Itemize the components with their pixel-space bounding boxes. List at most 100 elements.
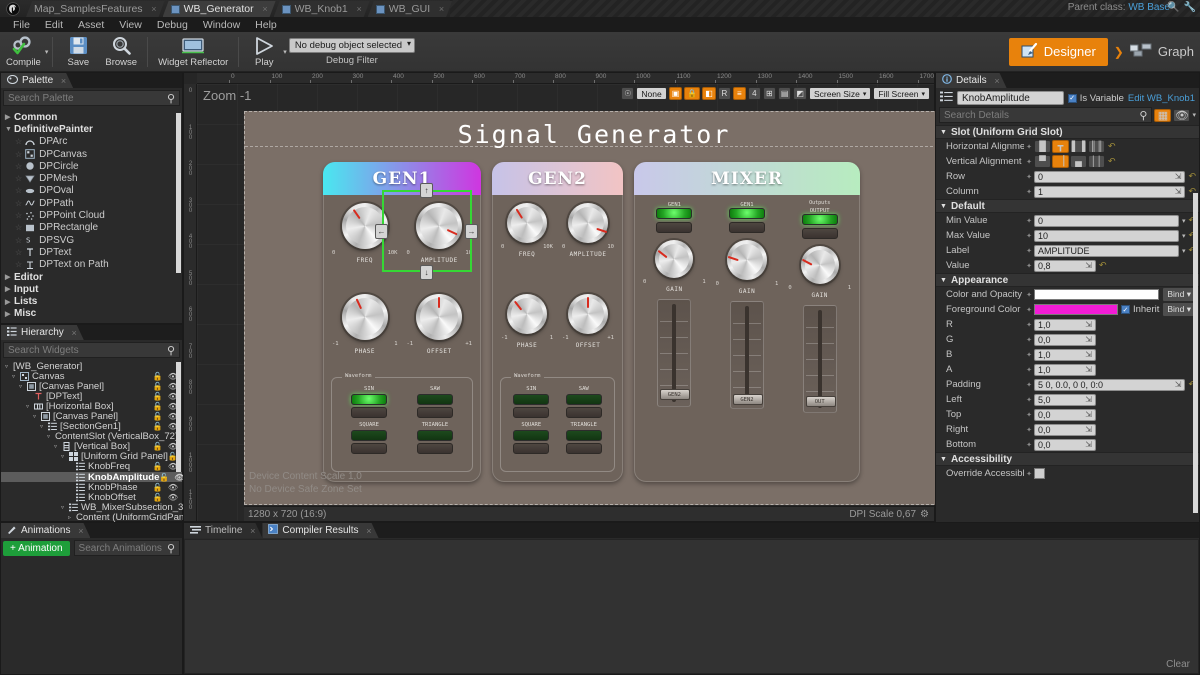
channel-button[interactable] <box>656 222 693 233</box>
details-scrollbar[interactable] <box>1193 193 1198 513</box>
tab-palette[interactable]: Palette × <box>1 73 73 88</box>
spinner-icon[interactable]: ⇲ <box>1085 410 1092 419</box>
details-section-header[interactable]: ▼ Default <box>936 199 1199 213</box>
tab-compiler-results[interactable]: Compiler Results × <box>262 523 378 538</box>
hierarchy-row[interactable]: KnobFreq 🔓 👁 <box>1 461 182 472</box>
property-input[interactable]: 5 0, 0.0, 0 0, 0:0 ⇲ <box>1034 378 1186 391</box>
palette-item-dpsvg[interactable]: ☆ S DPSVG <box>1 234 182 246</box>
star-icon[interactable]: ☆ <box>15 223 22 232</box>
hierarchy-scrollbar[interactable] <box>176 362 181 472</box>
waveform-button[interactable] <box>565 443 602 454</box>
chevron-down-icon[interactable]: ▾ <box>1192 111 1196 119</box>
close-icon[interactable]: × <box>994 76 999 86</box>
star-icon[interactable]: ☆ <box>15 248 22 257</box>
module-gen2[interactable]: GEN2 0 10K FREQ 0 10 AMPLITUDE -1 1 PHAS… <box>492 162 623 482</box>
resolution-none-button[interactable]: None <box>636 87 667 100</box>
spinner-icon[interactable]: ⇲ <box>1085 395 1092 404</box>
alignment-option[interactable]: ▀ <box>1034 155 1051 168</box>
spinner-icon[interactable]: ⇲ <box>1085 320 1092 329</box>
palette-group-lists[interactable]: ▶ Lists <box>1 295 182 307</box>
widget-reflector-button[interactable]: Widget Reflector <box>152 32 234 72</box>
knob-offset[interactable]: -1 +1 OFFSET <box>404 291 476 379</box>
chevron-down-icon[interactable]: ▾ <box>1182 217 1186 225</box>
palette-group-definitivepainter[interactable]: ▼ DefinitivePainter <box>1 123 182 135</box>
expander-icon[interactable]: ▿ <box>54 443 62 450</box>
resize-handle-bottom[interactable]: ↓ <box>420 265 433 280</box>
animations-search-input[interactable]: Search Animations ⚲ <box>73 540 180 556</box>
knob-dial[interactable] <box>568 294 608 334</box>
spinner-icon[interactable]: ⇲ <box>1085 440 1092 449</box>
safezone-toggle[interactable]: ⊞ <box>762 87 776 100</box>
palette-item-dpoval[interactable]: ☆ DPOval <box>1 185 182 197</box>
bind-diamond-icon[interactable]: ✦ <box>1024 262 1034 270</box>
menu-view[interactable]: View <box>112 18 149 32</box>
waveform-button[interactable] <box>565 407 602 418</box>
palette-scrollbar[interactable] <box>176 113 181 273</box>
spinner-icon[interactable]: ⇲ <box>1085 335 1092 344</box>
property-input[interactable]: 0 ⇲ <box>1034 170 1186 183</box>
mixer-channel-output[interactable]: Outputs OUTPUT 01 GAIN OUT <box>785 200 854 474</box>
property-input[interactable]: 1,0 ⇲ <box>1034 348 1096 361</box>
is-variable-checkbox[interactable]: ✓ Is Variable <box>1067 93 1124 104</box>
details-search-input[interactable]: Search Details ⚲ <box>939 107 1153 123</box>
expander-icon[interactable]: ▿ <box>61 504 69 511</box>
bind-diamond-icon[interactable]: ✦ <box>1024 158 1034 166</box>
expander-icon[interactable]: ▿ <box>12 373 20 380</box>
compiler-results-output[interactable]: Clear <box>184 539 1199 674</box>
lock-icon[interactable]: 🔓 <box>153 442 163 451</box>
tab-details[interactable]: Details × <box>936 73 1007 88</box>
parent-class-value[interactable]: WB Base <box>1128 2 1170 13</box>
window-tab-0[interactable]: Map_SamplesFeatures × <box>26 1 165 17</box>
menu-debug[interactable]: Debug <box>150 18 195 32</box>
hierarchy-row[interactable]: ▿WB_MixerSubsection_379🔓👁 <box>1 502 219 513</box>
debug-object-select[interactable]: No debug object selected <box>288 37 416 53</box>
waveform-sin[interactable]: SIN <box>338 386 400 418</box>
expander-icon[interactable]: ▹ <box>68 514 76 521</box>
waveform-button[interactable] <box>513 407 550 418</box>
palette-item-dptext[interactable]: ☆ DPText <box>1 246 182 258</box>
dpi-toggle[interactable]: ◩ <box>793 87 807 100</box>
close-icon[interactable]: × <box>78 526 83 536</box>
wrench-icon[interactable]: 🔧 <box>1184 2 1196 13</box>
widget-name-input[interactable]: KnobAmplitude <box>957 91 1064 105</box>
palette-item-dppointcloud[interactable]: ☆ DPPoint Cloud <box>1 209 182 221</box>
lock-icon[interactable]: 🔓 <box>153 402 163 411</box>
alignment-option[interactable]: ▕ <box>1052 155 1069 168</box>
palette-group-misc[interactable]: ▶ Misc <box>1 308 182 320</box>
spinner-icon[interactable]: ⇲ <box>1175 380 1182 389</box>
row-toggles[interactable]: 🔓👁 <box>153 493 182 502</box>
knob-dial[interactable] <box>416 294 463 340</box>
waveform-saw[interactable]: SAW <box>560 386 609 418</box>
star-icon[interactable]: ☆ <box>15 211 22 220</box>
palette-search-input[interactable]: Search Palette ⚲ <box>3 90 180 106</box>
details-section-header[interactable]: ▼ Slot (Uniform Grid Slot) <box>936 125 1199 139</box>
hierarchy-row[interactable]: ▿ Canvas 🔓 👁 <box>1 371 182 382</box>
property-input[interactable]: 5,0 ⇲ <box>1034 393 1096 406</box>
spinner-icon[interactable]: ⇲ <box>1175 187 1182 196</box>
fader[interactable]: GEN2 <box>657 299 692 407</box>
hierarchy-row[interactable]: ▿ [SectionGen1] 🔓 👁 <box>1 421 182 432</box>
knob-dial[interactable] <box>507 203 547 243</box>
graph-mode-button[interactable]: Graph <box>1129 43 1194 61</box>
bind-diamond-icon[interactable]: ✦ <box>1024 366 1034 374</box>
hierarchy-search-input[interactable]: Search Widgets ⚲ <box>3 342 180 358</box>
hierarchy-row[interactable]: ▿ [Canvas Panel] 🔓 👁 <box>1 411 182 422</box>
waveform-button[interactable] <box>351 443 387 454</box>
palette-group-editor[interactable]: ▶ Editor <box>1 271 182 283</box>
bind-diamond-icon[interactable]: ✦ <box>1024 306 1034 314</box>
window-tab-3[interactable]: WB_GUI × <box>368 1 452 17</box>
palette-item-dprectangle[interactable]: ☆ DPRectangle <box>1 222 182 234</box>
browse-button[interactable]: Browse <box>99 32 143 72</box>
grid-view-toggle[interactable]: ▦ <box>1154 108 1172 122</box>
alignment-option[interactable]: ║║ <box>1088 140 1105 153</box>
lock-icon[interactable]: 🔓 <box>153 392 163 401</box>
reset-icon[interactable]: ↶ <box>1108 141 1116 152</box>
tab-animations[interactable]: Animations × <box>1 523 90 538</box>
eye-icon[interactable]: 👁 <box>168 483 178 492</box>
outline-toggle[interactable]: ≡ <box>732 87 746 100</box>
window-tab-2[interactable]: WB_Knob1 × <box>274 1 370 17</box>
eye-icon[interactable]: 👁 <box>168 493 178 502</box>
close-icon[interactable]: × <box>72 328 77 338</box>
close-icon[interactable]: × <box>61 76 66 86</box>
star-icon[interactable]: ☆ <box>15 137 22 146</box>
